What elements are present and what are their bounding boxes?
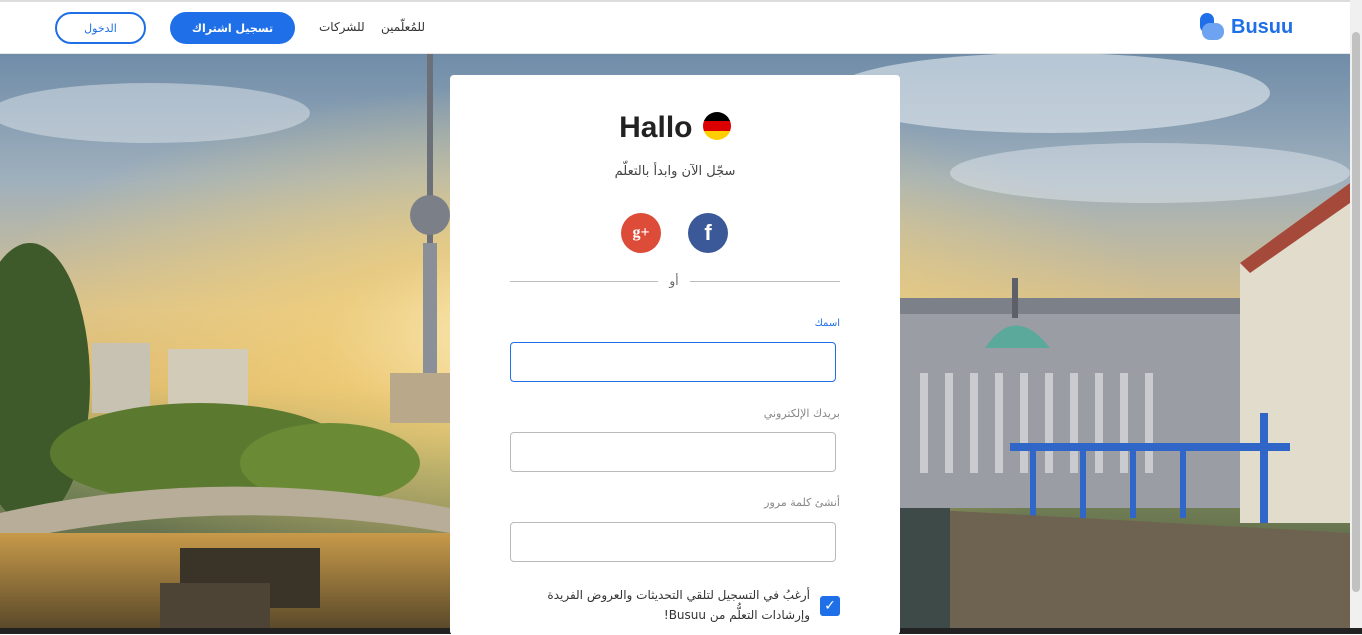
page-scrollbar[interactable]: [1350, 0, 1362, 634]
nav-companies-link[interactable]: للشركات: [319, 20, 365, 34]
divider-left: [510, 281, 658, 282]
consent-text: أرغبُ في التسجيل لتلقي التحديثات والعروض…: [547, 588, 810, 622]
google-signup-button[interactable]: g+: [621, 213, 661, 253]
facebook-icon: f: [704, 220, 712, 245]
consent-checkbox[interactable]: ✓: [820, 596, 840, 616]
divider-right: [690, 281, 840, 282]
busuu-logo-icon: [1200, 13, 1225, 41]
name-label: اسمك: [814, 318, 840, 329]
signup-button[interactable]: تسجيل اشتراك: [170, 12, 295, 44]
busuu-logo-text: Busuu: [1231, 15, 1294, 38]
signup-card: Hallo سجّل الآن وابدأ بالتعلّم g+ f أو ا…: [450, 75, 900, 635]
login-button[interactable]: الدخول: [55, 12, 146, 44]
or-separator: أو: [669, 274, 679, 288]
google-plus-icon: g+: [632, 224, 650, 241]
top-nav: الدخول تسجيل اشتراك للشركات للمُعلّمين B…: [0, 2, 1350, 54]
busuu-logo[interactable]: Busuu: [1200, 13, 1293, 41]
greeting-text: Hallo: [619, 111, 693, 144]
facebook-signup-button[interactable]: f: [688, 213, 728, 253]
email-label: بريدك الإلكتروني: [763, 407, 840, 420]
nav-teachers-link[interactable]: للمُعلّمين: [381, 20, 425, 34]
checkmark-icon: ✓: [824, 598, 836, 614]
email-input[interactable]: [510, 432, 836, 472]
scrollbar-thumb[interactable]: [1352, 32, 1360, 592]
greeting-heading: Hallo: [450, 111, 900, 145]
signup-subtitle: سجّل الآن وابدأ بالتعلّم: [614, 164, 736, 179]
germany-flag-icon: [702, 112, 731, 141]
password-label: أنشئ كلمة مرور: [764, 496, 840, 509]
password-input[interactable]: [510, 522, 836, 562]
name-input[interactable]: [510, 342, 836, 382]
